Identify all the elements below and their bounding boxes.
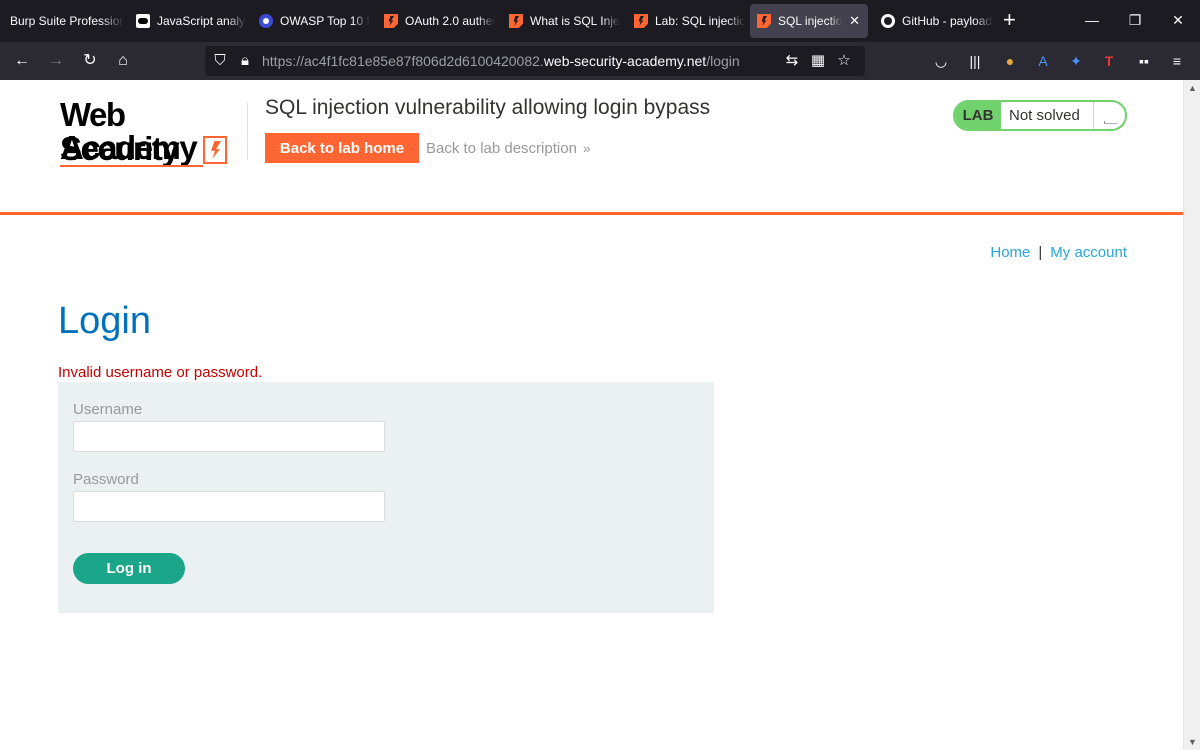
medium-icon — [136, 14, 150, 28]
github-icon — [881, 14, 895, 28]
url-text[interactable]: https://ac4f1fc81e85e87f806d2d6100420082… — [262, 53, 740, 69]
lab-status-text: Not solved — [1009, 107, 1080, 124]
minimize-icon[interactable]: — — [1082, 10, 1102, 30]
back-description-label: Back to lab description — [426, 140, 577, 157]
nav-separator: | — [1038, 244, 1043, 261]
tab-label: OWASP Top 10 for — [280, 14, 370, 28]
login-form: Username Password Log in — [58, 382, 714, 613]
tab-label: JavaScript analysis — [157, 14, 246, 28]
my-account-link[interactable]: My account — [1050, 244, 1127, 261]
vertical-scrollbar[interactable]: ▲ ▼ — [1183, 80, 1200, 750]
browser-tab[interactable]: OWASP Top 10 for — [252, 4, 370, 38]
lightning-bolt-icon — [203, 136, 227, 164]
lab-status-badge: LAB Not solved — [953, 100, 1127, 131]
scroll-up-arrow-icon[interactable]: ▲ — [1188, 83, 1197, 93]
url-domain: web-security-academy.net — [543, 53, 707, 69]
header-rule — [0, 212, 1183, 215]
browser-tab-active[interactable]: SQL injection vu ✕ — [750, 4, 868, 38]
browser-nav-bar: ← → ↻ ⌂ ⛉ 🔒︎ https://ac4f1fc81e85e87f806… — [0, 42, 1200, 80]
logo-line-2: Academy — [60, 129, 198, 166]
portswigger-icon — [634, 14, 648, 28]
browser-tab[interactable]: Burp Suite Professiona — [2, 4, 124, 38]
web-security-academy-logo[interactable]: Web Security Academy — [60, 98, 250, 168]
new-tab-plus-icon[interactable]: + — [1003, 8, 1016, 32]
menu-hamburger-icon[interactable]: ≡ — [1167, 51, 1187, 71]
back-to-lab-description-link[interactable]: Back to lab description » — [426, 140, 591, 157]
tab-label: Lab: SQL injection — [655, 14, 745, 28]
extensions-grid-icon[interactable]: ▪▪ — [1134, 51, 1154, 71]
tab-label: Burp Suite Professiona — [10, 14, 124, 28]
forward-arrow-icon[interactable]: → — [46, 51, 66, 71]
flask-icon — [1103, 107, 1118, 124]
url-path: /login — [706, 53, 740, 69]
shield-icon[interactable]: ⛉ — [211, 52, 229, 70]
url-bar[interactable]: ⛉ 🔒︎ https://ac4f1fc81e85e87f806d2d61004… — [205, 46, 865, 76]
restore-icon[interactable]: ❐ — [1125, 10, 1145, 30]
page-title: Login — [58, 300, 151, 342]
url-prefix: https://ac4f1fc81e85e87f806d2d6100420082… — [262, 53, 544, 69]
double-chevron-right-icon: » — [582, 140, 591, 156]
tab-label: SQL injection vu — [778, 14, 842, 28]
lock-icon[interactable]: 🔒︎ — [236, 52, 254, 70]
browser-tab[interactable]: OAuth 2.0 authentic — [377, 4, 495, 38]
translate-extension-icon[interactable]: A — [1033, 51, 1053, 71]
logo-underline — [60, 165, 203, 167]
portswigger-icon — [509, 14, 523, 28]
pocket-icon[interactable]: ◡ — [931, 51, 951, 71]
browser-tab[interactable]: Lab: SQL injection — [627, 4, 745, 38]
extension-local-icon[interactable]: ● — [1000, 51, 1020, 71]
back-arrow-icon[interactable]: ← — [12, 51, 32, 71]
header-divider — [247, 102, 248, 160]
browser-tab[interactable]: What is SQL Injection — [502, 4, 620, 38]
password-label: Password — [73, 471, 139, 488]
page-content: Web Security Academy SQL injection vulne… — [0, 80, 1183, 750]
browser-tab-bar: Burp Suite Professiona JavaScript analys… — [0, 0, 1200, 42]
username-label: Username — [73, 401, 143, 418]
home-icon[interactable]: ⌂ — [113, 51, 133, 71]
close-icon[interactable]: ✕ — [849, 13, 860, 29]
extension-t-icon[interactable]: T — [1099, 51, 1119, 71]
lab-flask-container — [1093, 102, 1125, 129]
extension-icon[interactable]: ✦ — [1066, 51, 1086, 71]
scroll-down-arrow-icon[interactable]: ▼ — [1188, 737, 1197, 747]
lab-tag: LAB — [955, 102, 1001, 129]
top-nav-links: Home | My account — [990, 244, 1127, 261]
log-in-button[interactable]: Log in — [73, 553, 185, 584]
translate-icon[interactable]: ⇆ — [783, 52, 801, 70]
tab-label: OAuth 2.0 authentic — [405, 14, 495, 28]
portswigger-icon — [384, 14, 398, 28]
close-window-icon[interactable]: ✕ — [1168, 10, 1188, 30]
username-input[interactable] — [73, 421, 385, 452]
home-link[interactable]: Home — [990, 244, 1030, 261]
lab-title: SQL injection vulnerability allowing log… — [265, 96, 711, 119]
password-input[interactable] — [73, 491, 385, 522]
browser-tab[interactable]: GitHub - payloads — [875, 4, 993, 38]
error-message: Invalid username or password. — [58, 364, 263, 381]
library-icon[interactable]: ||| — [965, 51, 985, 71]
tab-label: GitHub - payloads — [902, 14, 993, 28]
back-to-lab-home-button[interactable]: Back to lab home — [265, 133, 419, 163]
owasp-icon — [259, 14, 273, 28]
reload-icon[interactable]: ↻ — [80, 51, 100, 71]
tab-label: What is SQL Injection — [530, 14, 620, 28]
browser-tab[interactable]: JavaScript analysis — [128, 4, 246, 38]
bookmark-star-icon[interactable]: ☆ — [835, 52, 853, 70]
qr-code-icon[interactable]: ▦ — [809, 52, 827, 70]
portswigger-icon — [757, 14, 771, 28]
